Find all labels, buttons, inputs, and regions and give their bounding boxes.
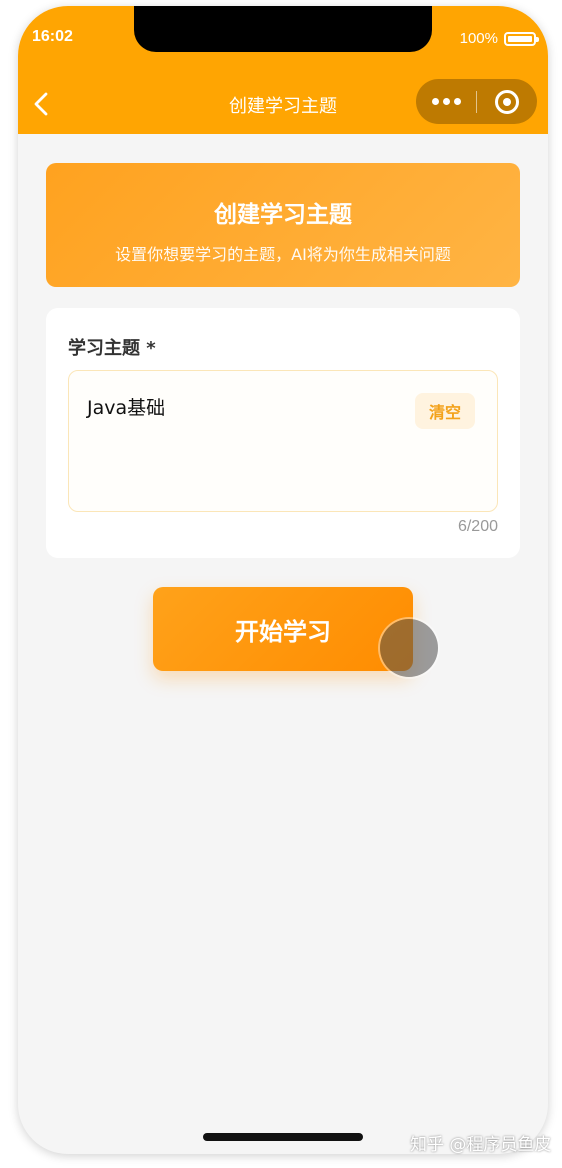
status-right: 100% [459, 30, 539, 47]
device-notch [134, 6, 432, 52]
battery-icon [504, 31, 539, 46]
more-options-icon[interactable] [416, 79, 476, 124]
character-counter: 6/200 [457, 518, 498, 535]
phone-frame: 16:02 100% 创建学习主题 创建学习主题 设置你想要学习的主题，AI将为… [18, 6, 548, 1154]
topic-textarea[interactable]: Java基础 清空 [68, 370, 498, 512]
topic-input-value[interactable]: Java基础 [87, 393, 165, 420]
home-indicator [203, 1133, 363, 1141]
topic-form-card: 学习主题 * Java基础 清空 6/200 [46, 308, 520, 558]
start-learning-button[interactable]: 开始学习 [153, 587, 413, 671]
mini-program-capsule [416, 79, 537, 124]
topic-field-label: 学习主题 * [68, 338, 156, 359]
touch-indicator [380, 619, 438, 677]
banner-title: 创建学习主题 [214, 202, 352, 228]
header-banner: 创建学习主题 设置你想要学习的主题，AI将为你生成相关问题 [46, 163, 520, 287]
clear-button[interactable]: 清空 [415, 393, 475, 429]
top-bar: 16:02 100% 创建学习主题 [18, 6, 548, 134]
watermark: 知乎 @程序员鱼皮 [410, 1135, 552, 1155]
banner-subtitle: 设置你想要学习的主题，AI将为你生成相关问题 [115, 245, 451, 264]
status-time: 16:02 [32, 28, 73, 45]
close-mini-program-icon[interactable] [477, 79, 537, 124]
battery-percentage: 100% [459, 30, 498, 47]
